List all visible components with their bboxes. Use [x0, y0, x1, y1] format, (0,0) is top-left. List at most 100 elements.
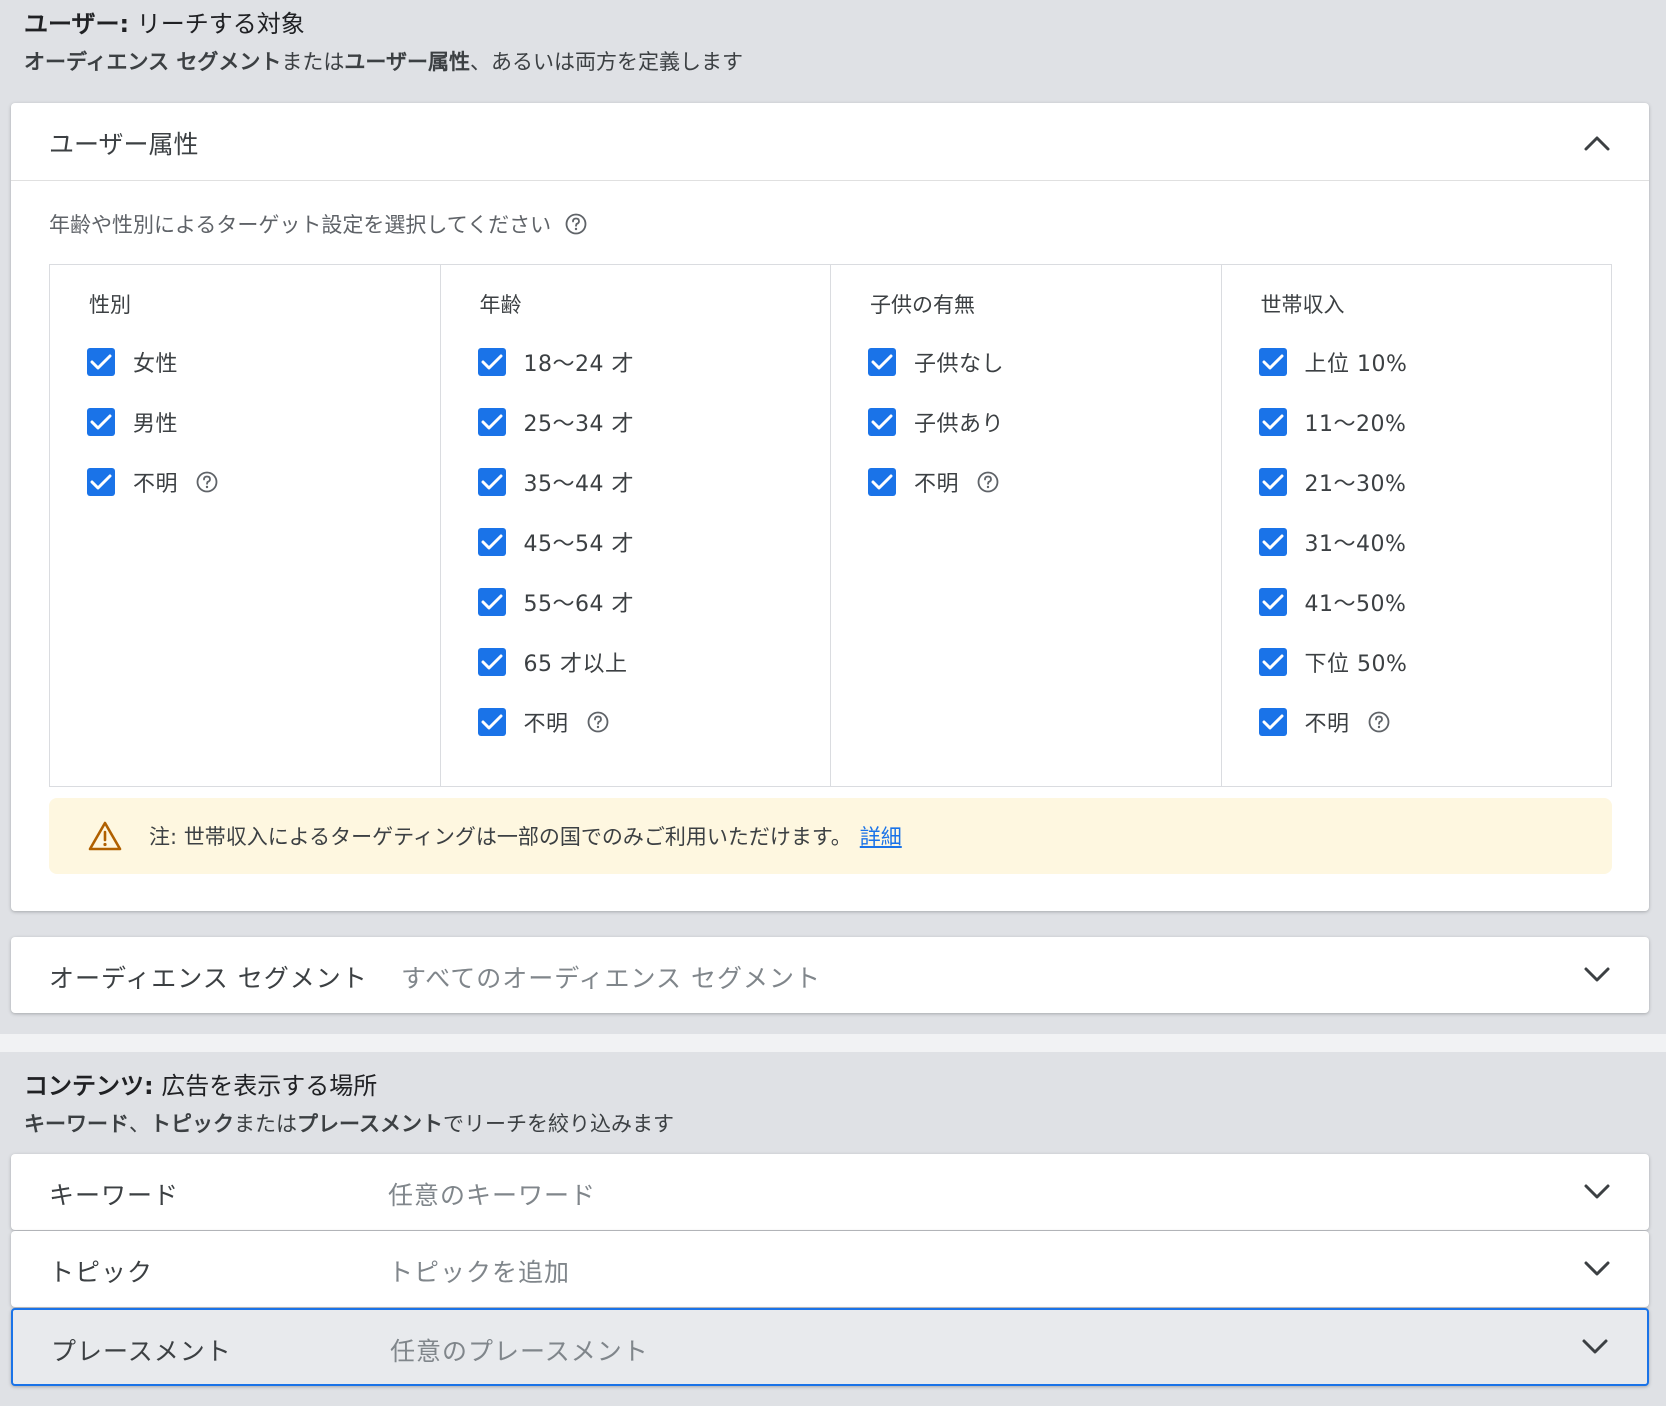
option-label: 上位 10% — [1304, 352, 1408, 377]
checkbox-checked[interactable] — [477, 468, 506, 496]
checkbox-checked[interactable] — [1258, 528, 1287, 556]
checkbox-checked[interactable] — [1258, 408, 1287, 436]
content-sub-text-3: でリーチを絞り込みます — [442, 1112, 674, 1136]
age-option[interactable]: 55〜64 才 — [477, 587, 634, 617]
help-icon[interactable] — [196, 471, 218, 493]
checkbox-checked[interactable] — [87, 408, 115, 436]
users-section-title: ユーザー: リーチする対象 — [24, 12, 743, 36]
content-sub-bold-1: キーワード — [24, 1112, 129, 1136]
topics-value: トピックを追加 — [388, 1258, 571, 1287]
audience-segments-value: すべてのオーディエンス セグメント — [401, 964, 821, 993]
checkbox-checked[interactable] — [477, 588, 506, 616]
age-option[interactable]: 65 才以上 — [477, 647, 628, 677]
household-income-option[interactable]: 上位 10% — [1258, 347, 1408, 377]
chevron-up-icon[interactable] — [1581, 127, 1613, 159]
checkbox-checked[interactable] — [87, 348, 115, 376]
option-label: 65 才以上 — [523, 652, 628, 677]
learn-more-link[interactable]: 詳細 — [860, 821, 902, 851]
demographics-grid: 性別 女性 男性 不明 年齢 18〜24 才 25〜34 才 35〜44 才 4… — [49, 264, 1612, 787]
gender-option[interactable]: 不明 — [87, 467, 218, 497]
keywords-title: キーワード — [49, 1181, 180, 1210]
household-income-option[interactable]: 41〜50% — [1258, 587, 1407, 617]
option-label: 不明 — [1304, 712, 1350, 737]
users-title-rest: リーチする対象 — [129, 10, 305, 38]
option-label: 不明 — [914, 472, 960, 497]
gender-column: 性別 女性 男性 不明 — [50, 265, 441, 786]
checkbox-checked[interactable] — [1258, 348, 1287, 376]
checkbox-checked[interactable] — [868, 408, 896, 436]
checkbox-checked[interactable] — [1258, 588, 1287, 616]
parental-status-option[interactable]: 不明 — [868, 467, 999, 497]
help-icon[interactable] — [977, 471, 999, 493]
gender-option[interactable]: 女性 — [87, 347, 178, 377]
users-sub-bold-2: ユーザー属性 — [344, 50, 471, 74]
option-label: 55〜64 才 — [523, 592, 634, 617]
option-label: 35〜44 才 — [523, 472, 634, 497]
gender-option[interactable]: 男性 — [87, 407, 178, 437]
audience-segments-row[interactable]: オーディエンス セグメント すべてのオーディエンス セグメント — [11, 937, 1649, 1013]
age-column-title: 年齢 — [479, 293, 522, 317]
demographics-card-header[interactable]: ユーザー属性 — [11, 103, 1649, 181]
age-option[interactable]: 18〜24 才 — [477, 347, 634, 377]
checkbox-checked[interactable] — [868, 468, 896, 496]
warning-icon — [87, 820, 123, 852]
content-title-bold: コンテンツ: — [24, 1072, 154, 1100]
help-icon[interactable] — [565, 213, 587, 235]
chevron-down-icon[interactable] — [1581, 1253, 1613, 1285]
checkbox-checked[interactable] — [87, 468, 115, 496]
content-sub-bold-2: トピック — [150, 1112, 234, 1136]
option-label: 男性 — [133, 412, 179, 437]
option-label: 不明 — [523, 712, 569, 737]
help-icon[interactable] — [587, 711, 609, 733]
users-section: ユーザー: リーチする対象 オーディエンス セグメントまたはユーザー属性、あるい… — [0, 0, 1666, 1034]
keywords-value: 任意のキーワード — [388, 1181, 597, 1210]
household-income-option[interactable]: 31〜40% — [1258, 527, 1407, 557]
content-title-rest: 広告を表示する場所 — [153, 1072, 378, 1100]
age-option[interactable]: 45〜54 才 — [477, 527, 634, 557]
age-option[interactable]: 35〜44 才 — [477, 467, 634, 497]
option-label: 21〜30% — [1304, 472, 1407, 497]
household-income-option[interactable]: 不明 — [1258, 707, 1390, 737]
checkbox-checked[interactable] — [477, 408, 506, 436]
keywords-row[interactable]: キーワード 任意のキーワード — [11, 1154, 1649, 1230]
chevron-down-icon[interactable] — [1581, 1176, 1613, 1208]
users-title-bold: ユーザー: — [24, 10, 130, 38]
option-label: 31〜40% — [1304, 532, 1407, 557]
content-sub-bold-3: プレースメント — [297, 1112, 443, 1136]
checkbox-checked[interactable] — [477, 528, 506, 556]
audience-segments-title: オーディエンス セグメント — [49, 964, 368, 993]
chevron-down-icon[interactable] — [1581, 959, 1613, 991]
household-income-option[interactable]: 21〜30% — [1258, 467, 1407, 497]
gender-column-title: 性別 — [89, 293, 131, 317]
age-option[interactable]: 不明 — [477, 707, 609, 737]
topics-title: トピック — [49, 1258, 154, 1287]
chevron-down-icon[interactable] — [1579, 1331, 1611, 1363]
content-sub-text-2: または — [234, 1112, 297, 1136]
household-income-option[interactable]: 下位 50% — [1258, 647, 1408, 677]
topics-row[interactable]: トピック トピックを追加 — [11, 1231, 1649, 1307]
option-label: 41〜50% — [1304, 592, 1407, 617]
demographics-card: ユーザー属性 年齢や性別によるターゲット設定を選択してください 性別 女性 男性… — [11, 103, 1649, 911]
household-income-column-title: 世帯収入 — [1260, 293, 1345, 317]
users-sub-bold-1: オーディエンス セグメント — [24, 50, 282, 74]
household-income-option[interactable]: 11〜20% — [1258, 407, 1407, 437]
option-label: 45〜54 才 — [523, 532, 634, 557]
users-sub-text-2: 、あるいは両方を定義します — [470, 50, 744, 74]
age-option[interactable]: 25〜34 才 — [477, 407, 634, 437]
option-label: 不明 — [133, 472, 179, 497]
checkbox-checked[interactable] — [1258, 468, 1287, 496]
income-notice-banner: 注: 世帯収入によるターゲティングは一部の国でのみご利用いただけます。 詳細 — [49, 798, 1612, 874]
content-section-title: コンテンツ: 広告を表示する場所 — [24, 1074, 674, 1098]
help-icon[interactable] — [1368, 711, 1390, 733]
parental-status-option[interactable]: 子供なし — [868, 347, 1004, 377]
checkbox-checked[interactable] — [1258, 708, 1287, 736]
checkbox-checked[interactable] — [477, 708, 506, 736]
checkbox-checked[interactable] — [477, 648, 506, 676]
checkbox-checked[interactable] — [868, 348, 896, 376]
demographics-hint-text: 年齢や性別によるターゲット設定を選択してください — [49, 213, 552, 237]
placements-row[interactable]: プレースメント 任意のプレースメント — [11, 1308, 1649, 1386]
checkbox-checked[interactable] — [477, 348, 506, 376]
parental-status-option[interactable]: 子供あり — [868, 407, 1004, 437]
option-label: 25〜34 才 — [523, 412, 634, 437]
checkbox-checked[interactable] — [1258, 648, 1287, 676]
